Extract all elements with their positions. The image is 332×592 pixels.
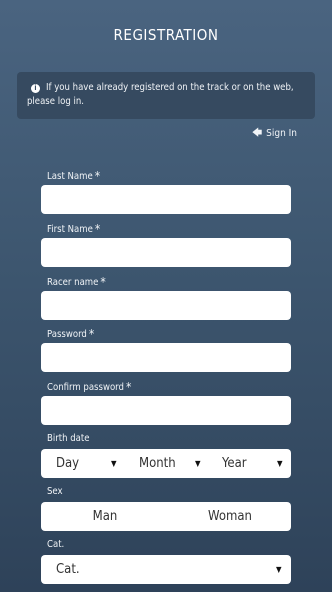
info-box: i If you have already registered on the t… bbox=[17, 72, 315, 119]
confirm-password-label: Confirm password * bbox=[47, 380, 131, 394]
sex-toggle: Man Woman bbox=[41, 502, 291, 531]
day-select[interactable]: Day ▼ bbox=[41, 449, 124, 478]
sign-in-label: Sign In bbox=[266, 128, 297, 139]
last-name-label: Last Name * bbox=[47, 169, 100, 183]
confirm-password-label-text: Confirm password bbox=[47, 382, 124, 393]
category-label: Cat. bbox=[47, 539, 65, 550]
day-value: Day bbox=[56, 456, 80, 471]
required-marker: * bbox=[100, 275, 106, 289]
chevron-down-icon: ▼ bbox=[195, 459, 201, 468]
racer-name-label-text: Racer name bbox=[47, 277, 99, 288]
birth-date-label: Birth date bbox=[47, 433, 90, 444]
required-marker: * bbox=[88, 327, 95, 341]
year-select[interactable]: Year ▼ bbox=[208, 449, 291, 478]
last-name-input[interactable] bbox=[41, 185, 291, 214]
chevron-down-icon: ▼ bbox=[277, 459, 283, 468]
last-name-label-text: Last Name bbox=[47, 171, 93, 182]
first-name-label: First Name * bbox=[47, 222, 100, 236]
birth-date-selector: Day ▼ Month ▼ Year ▼ bbox=[41, 449, 291, 478]
password-label: Password * bbox=[47, 327, 94, 341]
confirm-password-input[interactable] bbox=[41, 396, 291, 425]
info-icon: i bbox=[31, 84, 40, 93]
chevron-down-icon: ▼ bbox=[111, 459, 117, 468]
year-value: Year bbox=[222, 456, 247, 471]
month-select[interactable]: Month ▼ bbox=[124, 449, 208, 478]
sex-label: Sex bbox=[47, 486, 63, 497]
month-value: Month bbox=[139, 456, 176, 471]
page-title: REGISTRATION bbox=[113, 26, 219, 44]
sign-in-link[interactable]: 🡄 Sign In bbox=[252, 126, 297, 143]
sex-option-woman[interactable]: Woman bbox=[169, 502, 291, 531]
first-name-input[interactable] bbox=[41, 238, 291, 267]
info-text: If you have already registered on the tr… bbox=[27, 82, 294, 107]
first-name-label-text: First Name bbox=[47, 224, 93, 235]
category-select[interactable]: Cat. ▼ bbox=[41, 555, 291, 584]
password-input[interactable] bbox=[41, 343, 291, 372]
required-marker: * bbox=[94, 169, 101, 183]
sex-option-man[interactable]: Man bbox=[41, 502, 169, 531]
required-marker: * bbox=[125, 380, 132, 394]
racer-name-input[interactable] bbox=[41, 291, 291, 320]
category-value: Cat. bbox=[56, 562, 80, 577]
chevron-down-icon: ▼ bbox=[276, 565, 282, 574]
required-marker: * bbox=[94, 222, 101, 236]
arrow-left-icon: 🡄 bbox=[251, 128, 263, 139]
password-label-text: Password bbox=[47, 329, 87, 340]
racer-name-label: Racer name * bbox=[47, 275, 106, 289]
